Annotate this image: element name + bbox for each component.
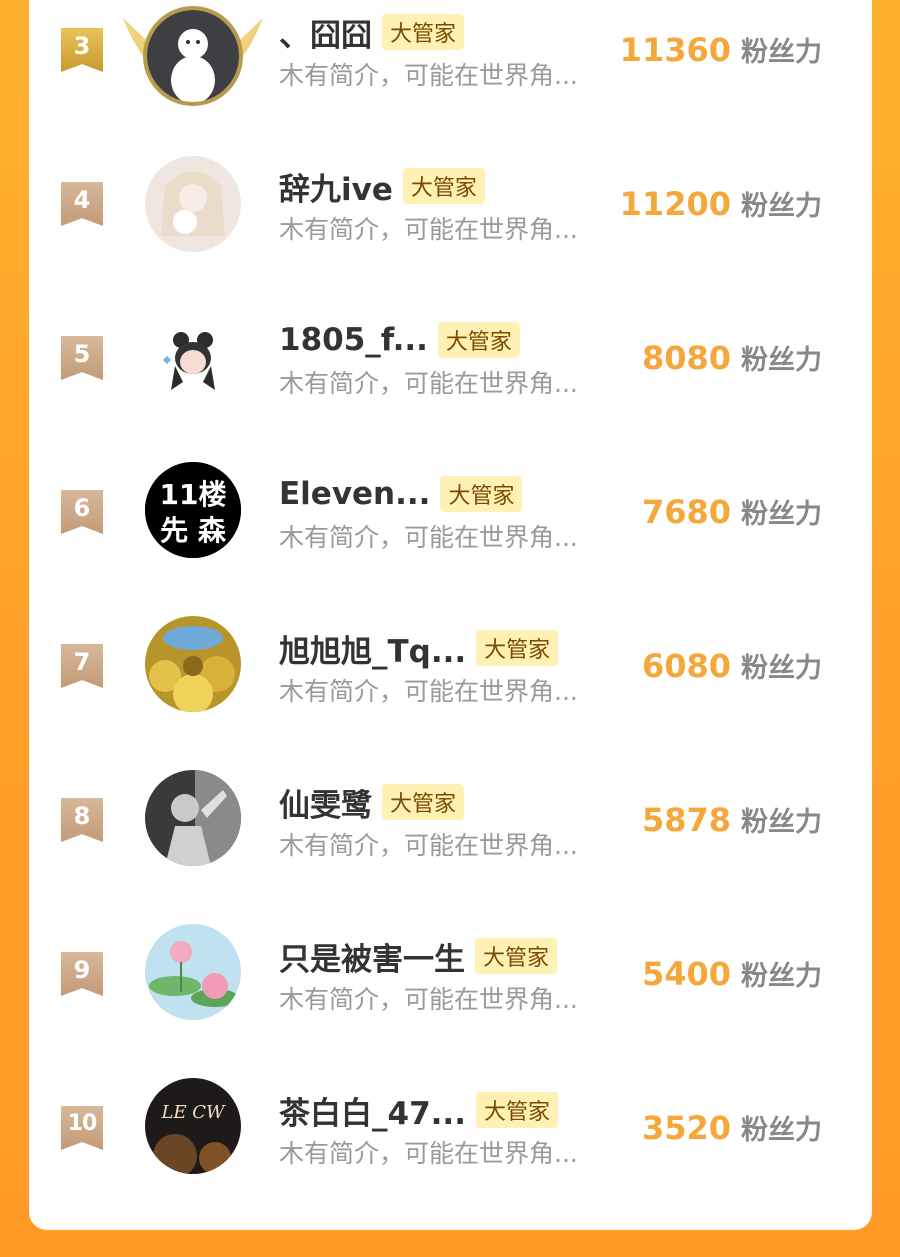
score-value: 7680 [641, 493, 731, 531]
score-value: 11360 [619, 31, 731, 69]
user-info: 茶白白_47... 大管家 木有简介，可能在世界角... [279, 1088, 639, 1170]
score-unit: 粉丝力 [741, 1115, 822, 1146]
rank-badge: 6 [61, 490, 103, 534]
list-item[interactable]: 6 11楼 先 森 Eleven... 大管家 木有简介，可能在世界角... 7… [29, 448, 872, 578]
user-description: 木有简介，可能在世界角... [279, 677, 578, 706]
user-description: 木有简介，可能在世界角... [279, 523, 578, 552]
score-value: 3520 [641, 1109, 731, 1147]
user-info: Eleven... 大管家 木有简介，可能在世界角... [279, 472, 639, 554]
fan-score: 5400 粉丝力 [642, 954, 822, 993]
score-value: 5878 [641, 801, 731, 839]
list-item[interactable]: 7 旭旭旭_Tq... 大管家 木有简介，可能在世界角... 6080 粉丝力 [29, 602, 872, 732]
fan-score: 7680 粉丝力 [642, 492, 822, 531]
fan-score: 11360 粉丝力 [620, 30, 822, 69]
avatar-text: LE CW [160, 1102, 226, 1123]
avatar[interactable]: 11楼 先 森 [145, 462, 241, 558]
rank-badge: 3 [61, 28, 103, 72]
rank-badge: 5 [61, 336, 103, 380]
role-badge: 大管家 [475, 1092, 558, 1128]
list-item[interactable]: 10 LE CW 茶白白_47... 大管家 木有简介，可能在世界角... 35… [29, 1064, 872, 1194]
user-info: 只是被害一生 大管家 木有简介，可能在世界角... [279, 934, 639, 1016]
user-description: 木有简介，可能在世界角... [279, 215, 578, 244]
user-info: 辞九ive 大管家 木有简介，可能在世界角... [279, 164, 639, 246]
user-name[interactable]: 辞九ive [279, 164, 393, 209]
score-unit: 粉丝力 [741, 499, 822, 530]
user-description: 木有简介，可能在世界角... [279, 985, 578, 1014]
avatar[interactable] [145, 924, 241, 1020]
avatar-text: 11楼 [160, 478, 227, 511]
avatar[interactable] [143, 6, 243, 106]
fan-score: 3520 粉丝力 [642, 1108, 822, 1147]
user-name[interactable]: Eleven... [279, 476, 430, 512]
score-unit: 粉丝力 [741, 961, 822, 992]
role-badge: 大管家 [402, 168, 485, 204]
avatar[interactable] [145, 156, 241, 252]
rank-badge: 4 [61, 182, 103, 226]
avatar[interactable] [145, 770, 241, 866]
fan-score: 11200 粉丝力 [620, 184, 822, 223]
avatar-text: 先 森 [160, 514, 227, 547]
fan-score: 8080 粉丝力 [642, 338, 822, 377]
user-name[interactable]: 、囧囧 [279, 10, 372, 55]
role-badge: 大管家 [382, 784, 465, 820]
fan-score: 6080 粉丝力 [642, 646, 822, 685]
avatar[interactable] [145, 616, 241, 712]
score-value: 8080 [641, 339, 731, 377]
user-name[interactable]: 仙雯鹭 [279, 780, 372, 825]
user-description: 木有简介，可能在世界角... [279, 61, 578, 90]
user-info: 1805_f... 大管家 木有简介，可能在世界角... [279, 318, 639, 400]
user-info: 旭旭旭_Tq... 大管家 木有简介，可能在世界角... [279, 626, 639, 708]
avatar[interactable]: LE CW [145, 1078, 241, 1174]
user-info: 、囧囧 大管家 木有简介，可能在世界角... [279, 10, 639, 92]
rank-badge: 10 [61, 1106, 103, 1150]
score-value: 11200 [619, 185, 731, 223]
user-description: 木有简介，可能在世界角... [279, 831, 578, 860]
score-unit: 粉丝力 [741, 345, 822, 376]
fan-score: 5878 粉丝力 [642, 800, 822, 839]
user-name[interactable]: 旭旭旭_Tq... [279, 626, 466, 671]
user-description: 木有简介，可能在世界角... [279, 1139, 578, 1168]
user-name[interactable]: 1805_f... [279, 322, 428, 358]
score-unit: 粉丝力 [741, 807, 822, 838]
rank-badge: 8 [61, 798, 103, 842]
score-value: 5400 [641, 955, 731, 993]
list-item[interactable]: 8 仙雯鹭 大管家 木有简介，可能在世界角... 5878 粉丝力 [29, 756, 872, 886]
rank-badge: 9 [61, 952, 103, 996]
list-item[interactable]: 9 只是被害一生 大管家 木有简介，可能在世界角... 5400 粉丝力 [29, 910, 872, 1040]
user-description: 木有简介，可能在世界角... [279, 369, 578, 398]
avatar[interactable] [145, 310, 241, 406]
score-unit: 粉丝力 [741, 37, 822, 68]
score-value: 6080 [641, 647, 731, 685]
score-unit: 粉丝力 [741, 653, 822, 684]
role-badge: 大管家 [382, 14, 465, 50]
user-info: 仙雯鹭 大管家 木有简介，可能在世界角... [279, 780, 639, 862]
role-badge: 大管家 [437, 322, 520, 358]
score-unit: 粉丝力 [741, 191, 822, 222]
role-badge: 大管家 [475, 938, 558, 974]
list-item[interactable]: 4 辞九ive 大管家 木有简介，可能在世界角... 11200 粉丝力 [29, 140, 872, 270]
list-item[interactable]: 5 1805_f... 大管家 木有简介，可能在世界角... 8080 粉丝力 [29, 294, 872, 424]
list-item[interactable]: 3 、囧囧 大管家 木有简介，可能在世界角... 11360 粉丝力 [29, 0, 872, 116]
role-badge: 大管家 [476, 630, 559, 666]
user-name[interactable]: 只是被害一生 [279, 934, 465, 979]
rank-badge: 7 [61, 644, 103, 688]
role-badge: 大管家 [440, 476, 523, 512]
user-name[interactable]: 茶白白_47... [279, 1088, 466, 1133]
